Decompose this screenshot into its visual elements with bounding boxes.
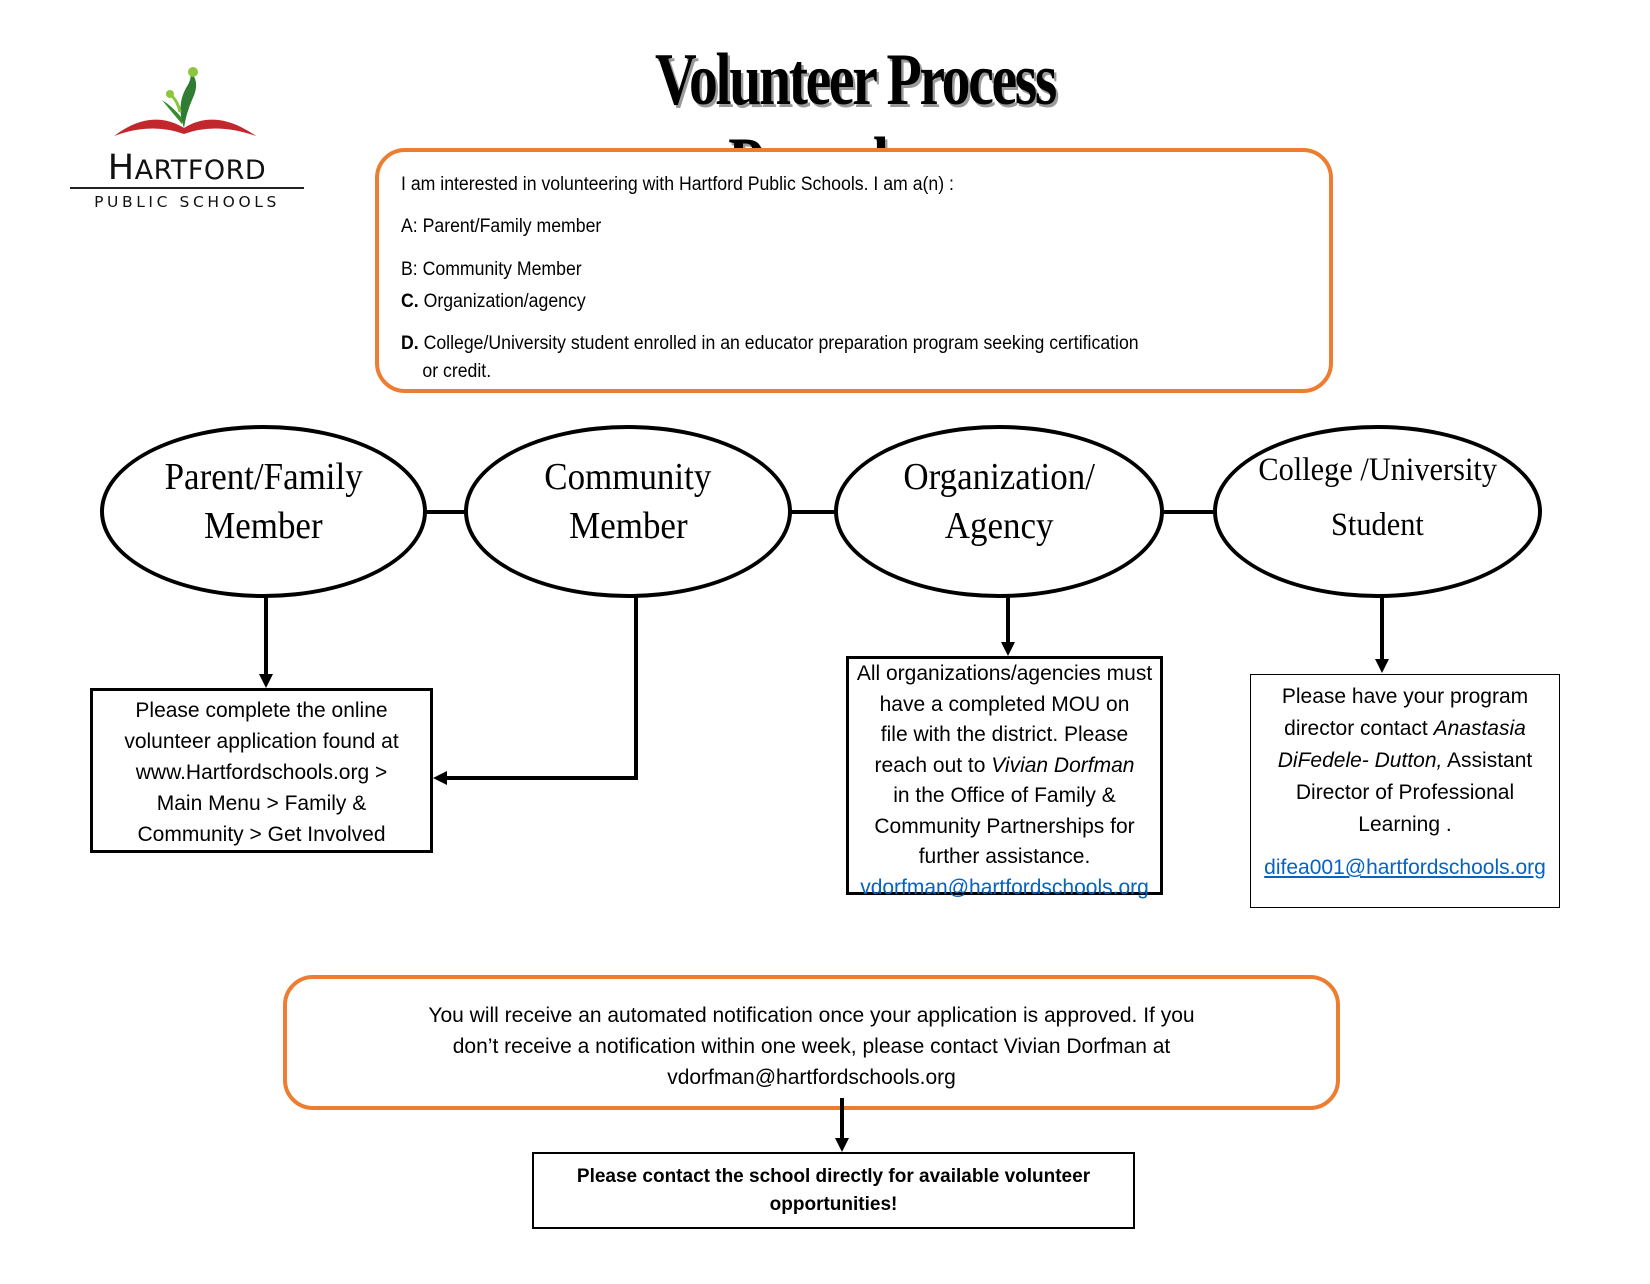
arrow-org-head-icon bbox=[1001, 642, 1015, 656]
box-text-line: Please have your program bbox=[1281, 685, 1529, 708]
final-text-line: opportunities! bbox=[769, 1194, 898, 1215]
final-text-line: Please contact the school directly for a… bbox=[576, 1166, 1091, 1187]
intro-box: I am interested in volunteering with Har… bbox=[375, 148, 1333, 393]
category-parent-family: Parent/Family Member bbox=[100, 425, 427, 598]
arrow-parent-head-icon bbox=[259, 674, 273, 688]
college-email-link[interactable]: difea001@hartfordschools.org bbox=[1251, 852, 1559, 884]
online-application-box: Please complete the online volunteer app… bbox=[90, 688, 433, 853]
arrow-parent-line bbox=[264, 596, 268, 676]
box-text-line: in the Office of Family & bbox=[893, 784, 1116, 807]
org-email-link[interactable]: vdorfman@hartfordschools.org bbox=[849, 873, 1160, 904]
logo-subtitle: PUBLIC SCHOOLS bbox=[94, 193, 280, 211]
arrow-community-head-icon bbox=[433, 771, 447, 785]
box-text-line: volunteer application found at bbox=[124, 730, 399, 753]
option-b: B: Community Member bbox=[401, 259, 582, 280]
box-text-line: Learning . bbox=[1358, 813, 1452, 836]
option-d-continuation: or credit. bbox=[422, 361, 492, 382]
website-path: Main Menu > Family & bbox=[156, 792, 367, 815]
category-community-member: Community Member bbox=[464, 425, 792, 598]
box-text-line: DiFedele- Dutton, Assistant bbox=[1277, 749, 1533, 772]
option-d: D. College/University student enrolled i… bbox=[401, 333, 1139, 354]
box-text-line: All organizations/agencies must bbox=[856, 662, 1153, 685]
option-a: A: Parent/Family member bbox=[401, 216, 602, 237]
connector-org-college bbox=[1162, 510, 1215, 514]
arrow-community-horizontal bbox=[446, 776, 638, 780]
connector-parent-community bbox=[425, 510, 467, 514]
college-contact-box: Please have your program director contac… bbox=[1250, 674, 1560, 908]
notice-text-line: don’t receive a notification within one … bbox=[452, 1035, 1171, 1058]
arrow-notice-head-icon bbox=[835, 1138, 849, 1152]
contact-name: Anastasia bbox=[1433, 717, 1526, 740]
website-path: Community > Get Involved bbox=[137, 823, 386, 846]
logo-divider bbox=[70, 187, 304, 189]
notice-text-line: You will receive an automated notificati… bbox=[428, 1004, 1195, 1027]
box-text-line: further assistance. bbox=[918, 845, 1091, 868]
arrow-community-vertical bbox=[634, 596, 638, 780]
contact-school-box: Please contact the school directly for a… bbox=[532, 1152, 1135, 1229]
book-sprout-icon bbox=[114, 67, 256, 136]
contact-name: Vivian Dorfman bbox=[991, 753, 1135, 777]
box-text-line: Community Partnerships for bbox=[874, 814, 1135, 838]
arrow-college-head-icon bbox=[1375, 659, 1389, 673]
category-organization-agency: Organization/Agency bbox=[834, 425, 1164, 598]
arrow-college-line bbox=[1380, 596, 1384, 660]
arrow-notice-line bbox=[840, 1098, 844, 1140]
intro-prompt: I am interested in volunteering with Har… bbox=[401, 174, 954, 195]
website-path: www.Hartfordschools.org > bbox=[135, 761, 388, 784]
category-college-student: College /University Student bbox=[1213, 425, 1542, 598]
box-text-line: file with the district. Please bbox=[880, 723, 1129, 746]
arrow-org-line bbox=[1006, 596, 1010, 644]
logo-wordmark: HARTFORD bbox=[107, 148, 267, 188]
organization-mou-box: All organizations/agencies must have a c… bbox=[846, 656, 1163, 899]
box-text-line: Please complete the online bbox=[135, 699, 388, 722]
box-text-line: Director of Professional bbox=[1295, 781, 1515, 804]
contact-name: DiFedele- Dutton, bbox=[1277, 749, 1443, 772]
connector-community-org bbox=[790, 510, 836, 514]
approval-notice-box: You will receive an automated notificati… bbox=[283, 975, 1340, 1110]
hartford-logo: HARTFORD PUBLIC SCHOOLS bbox=[66, 66, 308, 216]
box-text-line: reach out to Vivian Dorfman bbox=[874, 753, 1135, 777]
option-c: C. Organization/agency bbox=[401, 291, 586, 312]
box-text-line: have a completed MOU on bbox=[879, 692, 1130, 716]
box-text-line: director contact Anastasia bbox=[1284, 717, 1526, 740]
notice-email: vdorfman@hartfordschools.org bbox=[667, 1066, 956, 1089]
